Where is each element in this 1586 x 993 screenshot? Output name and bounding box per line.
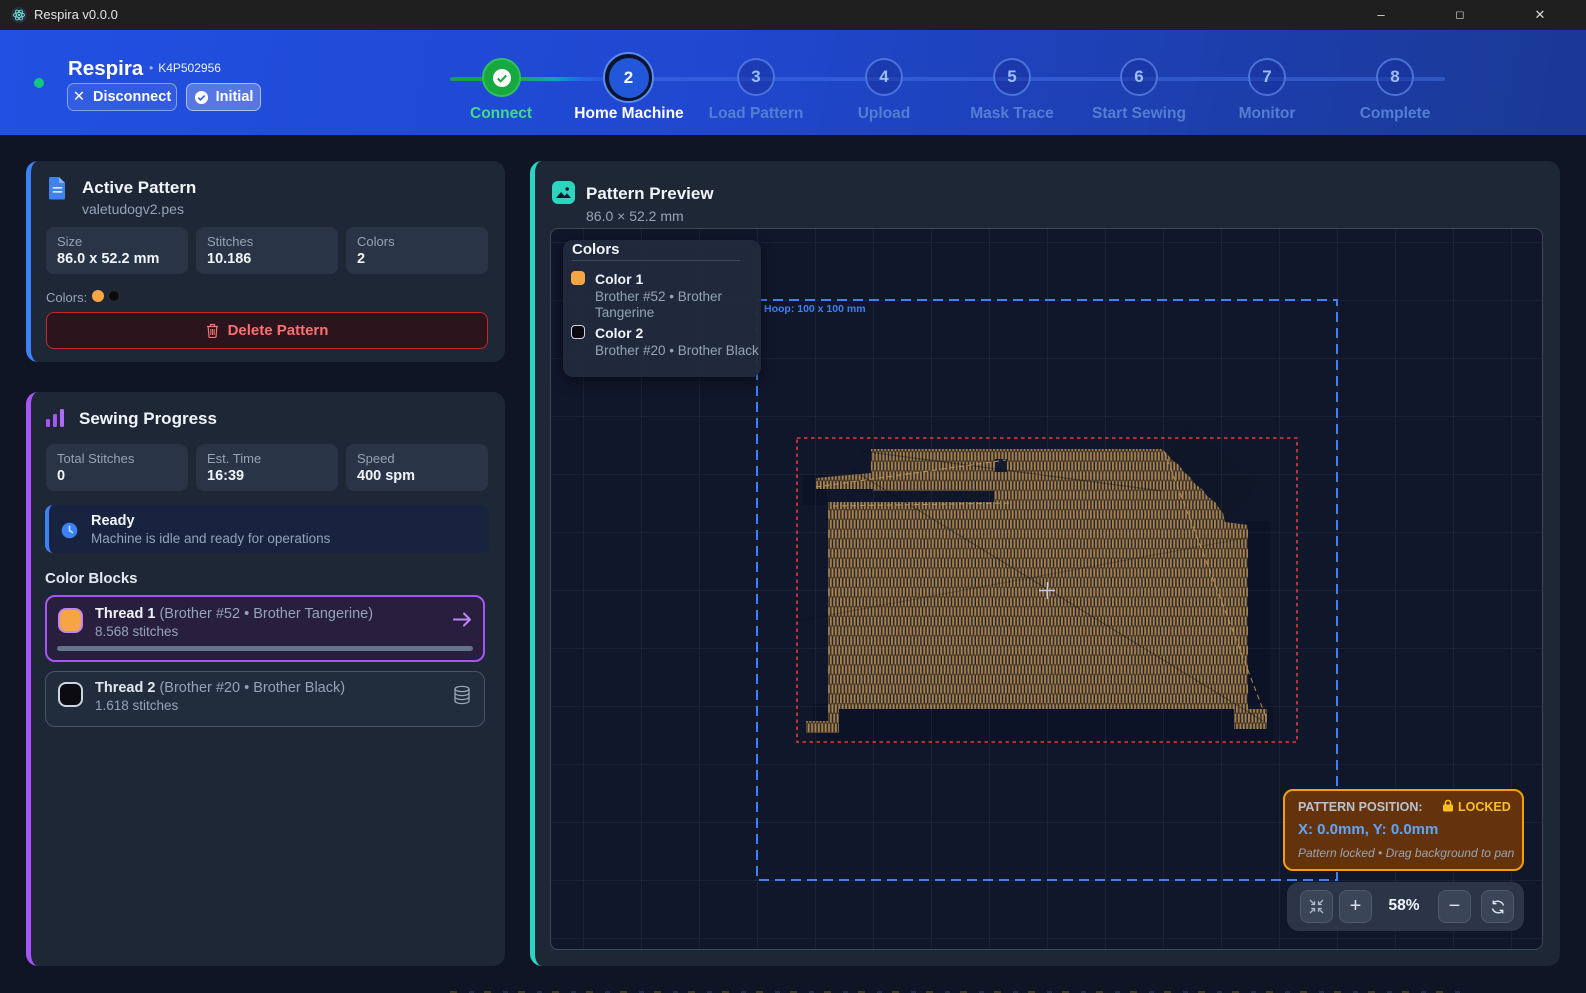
svg-text:Hoop: 100 x 100 mm: Hoop: 100 x 100 mm [764,303,866,315]
